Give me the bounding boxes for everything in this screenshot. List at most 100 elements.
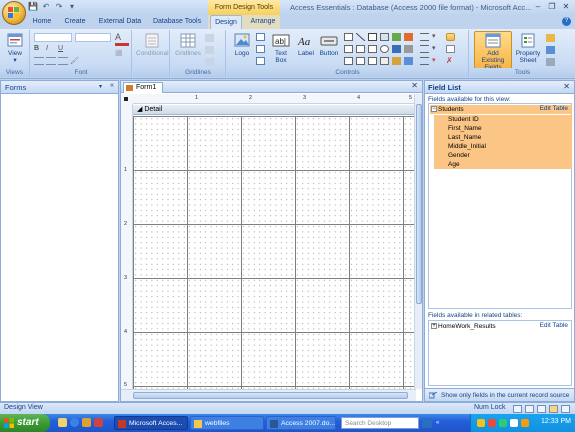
page-numbers-icon[interactable] <box>256 45 265 53</box>
datasheet-view-icon[interactable] <box>525 405 534 413</box>
gridlines-button[interactable]: Gridlines <box>174 32 202 67</box>
subform-icon[interactable] <box>392 45 401 53</box>
hyperlink-icon[interactable] <box>380 57 389 65</box>
tray-icon-5[interactable] <box>521 419 529 427</box>
logo-button[interactable]: Logo <box>229 32 255 67</box>
tab-order-icon[interactable] <box>546 58 555 66</box>
add-existing-fields-button[interactable]: Add ExistingFields <box>474 31 512 71</box>
start-button[interactable]: start <box>0 414 50 432</box>
align-center-icon[interactable] <box>46 57 56 65</box>
form-view-icon[interactable] <box>513 405 522 413</box>
select-tool-icon[interactable] <box>446 33 455 41</box>
line-color-icon[interactable] <box>205 58 214 66</box>
format-painter-icon[interactable]: 🖌 <box>70 57 80 65</box>
button-button[interactable]: Button <box>316 32 342 67</box>
taskbar-expand-icon[interactable]: « <box>436 420 439 426</box>
image-icon[interactable] <box>404 45 413 53</box>
code-icon[interactable] <box>546 34 555 42</box>
tab-database-tools[interactable]: Database Tools <box>151 15 203 29</box>
field-item[interactable]: Middle_Initial <box>434 142 572 151</box>
tray-icon-3[interactable] <box>499 419 507 427</box>
line-icon[interactable] <box>355 32 366 42</box>
option-button-icon[interactable] <box>380 45 389 53</box>
font-color-icon[interactable]: A <box>115 32 129 42</box>
more-controls-2-icon[interactable] <box>420 45 429 53</box>
form-selector[interactable] <box>121 94 133 104</box>
tab-control-icon[interactable] <box>344 33 353 41</box>
rectangle-icon[interactable] <box>368 33 377 41</box>
detail-design-grid[interactable] <box>133 116 416 389</box>
line-style-icon[interactable] <box>205 46 214 54</box>
pivot-view-icon[interactable] <box>561 405 570 413</box>
edit-table-link-1[interactable]: Edit Table <box>540 105 568 112</box>
align-right-icon[interactable] <box>58 57 68 65</box>
align-left-icon[interactable] <box>34 57 44 65</box>
more-controls-1-icon[interactable] <box>420 33 429 41</box>
unbound-object-icon[interactable] <box>392 57 401 65</box>
italic-icon[interactable]: I <box>46 45 56 54</box>
date-time-icon[interactable] <box>256 57 265 65</box>
redo-icon[interactable]: ↷ <box>54 2 64 12</box>
tab-home[interactable]: Home <box>30 15 54 29</box>
tab-external-data[interactable]: External Data <box>98 15 142 29</box>
dropdown-2-icon[interactable]: ▾ <box>432 45 441 53</box>
tab-create[interactable]: Create <box>62 15 88 29</box>
taskbar-item-word[interactable]: Access 2007.do... <box>266 416 336 430</box>
line-width-icon[interactable] <box>205 34 214 42</box>
collapse-icon[interactable]: − <box>431 106 437 112</box>
activex-icon[interactable]: ✗ <box>446 57 455 65</box>
option-group-icon[interactable] <box>344 45 353 53</box>
layout-view-icon[interactable] <box>537 405 546 413</box>
tab-design[interactable]: Design <box>210 15 242 29</box>
control-wizards-icon[interactable] <box>446 45 455 53</box>
show-only-current-fields-link[interactable]: Show only fields in the current record s… <box>425 388 574 401</box>
tray-icon-1[interactable] <box>477 419 485 427</box>
check-box-icon[interactable] <box>368 45 377 53</box>
save-icon[interactable]: 💾 <box>28 2 38 12</box>
conditional-button[interactable]: Conditional <box>136 32 169 67</box>
quicklaunch-app-icon[interactable] <box>94 418 103 427</box>
dropdown-1-icon[interactable]: ▾ <box>432 33 441 41</box>
maximize-button[interactable]: ❐ <box>545 1 559 13</box>
field-item[interactable]: Age <box>434 160 572 169</box>
horizontal-scroll-thumb[interactable] <box>133 392 408 399</box>
taskbar-item-webfiles[interactable]: webfiles <box>190 416 264 430</box>
underline-icon[interactable]: U <box>58 45 68 54</box>
taskbar-item-access[interactable]: Microsoft Acces... <box>114 416 188 430</box>
textbox-button[interactable]: ab| Text Box <box>268 32 294 67</box>
view-button[interactable]: View ▾ <box>2 32 28 67</box>
fill-color-icon[interactable]: ▦ <box>115 48 129 57</box>
macro-icon[interactable] <box>546 46 555 54</box>
list-box-icon[interactable] <box>380 33 389 41</box>
field-item[interactable]: Student ID <box>434 115 572 124</box>
expand-icon[interactable]: + <box>431 323 437 329</box>
font-name-combo[interactable] <box>34 33 72 42</box>
insert-chart-icon[interactable] <box>404 57 413 65</box>
quicklaunch-ie-icon[interactable] <box>70 418 79 427</box>
tray-icon-4[interactable] <box>510 419 518 427</box>
chevron-down-icon[interactable]: ▾ <box>99 83 102 90</box>
quicklaunch-folder-icon[interactable] <box>82 418 91 427</box>
field-item[interactable]: First_Name <box>434 124 572 133</box>
horizontal-scrollbar[interactable] <box>121 389 416 401</box>
field-item[interactable]: Gender <box>434 151 572 160</box>
combo-box-icon[interactable] <box>344 57 353 65</box>
field-list-close-icon[interactable]: ✕ <box>563 82 570 91</box>
property-sheet-button[interactable]: Property Sheet <box>514 32 542 67</box>
document-tab-form1[interactable]: Form1 <box>123 82 163 93</box>
vertical-scroll-thumb[interactable] <box>416 104 422 304</box>
tray-icon-2[interactable] <box>488 419 496 427</box>
bound-object-icon[interactable] <box>356 57 365 65</box>
field-item[interactable]: Last_Name <box>434 133 572 142</box>
page-break-icon[interactable] <box>368 57 377 65</box>
office-button[interactable] <box>2 1 26 25</box>
toggle-button-icon[interactable] <box>356 45 365 53</box>
desktop-search-input[interactable]: Search Desktop <box>341 417 419 429</box>
tab-arrange[interactable]: Arrange <box>248 15 278 29</box>
undo-icon[interactable]: ↶ <box>41 2 51 12</box>
help-icon[interactable]: ? <box>562 17 571 26</box>
document-close-icon[interactable]: ✕ <box>411 81 418 90</box>
qat-customize-icon[interactable]: ▾ <box>67 2 77 12</box>
close-button[interactable]: ✕ <box>559 1 573 13</box>
detail-section-bar[interactable]: ◢ Detail <box>133 105 416 115</box>
